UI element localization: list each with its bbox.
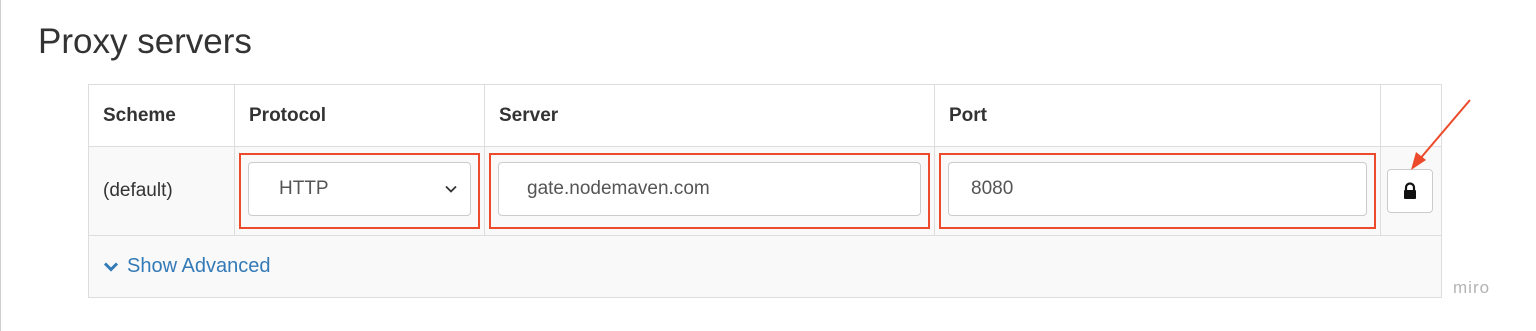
table-row: (default) HTTP gate.nodemaven.com 8080 — [88, 146, 1442, 236]
header-server: Server — [484, 84, 935, 147]
header-scheme: Scheme — [88, 84, 235, 147]
table-header-row: Scheme Protocol Server Port — [88, 84, 1442, 147]
protocol-cell: HTTP — [234, 146, 485, 236]
lock-icon — [1404, 182, 1416, 199]
advanced-row: Show Advanced — [88, 235, 1442, 298]
lock-button[interactable] — [1387, 169, 1433, 213]
chevron-down-icon — [103, 261, 119, 272]
server-input[interactable]: gate.nodemaven.com — [498, 162, 921, 216]
proxy-servers-table: Scheme Protocol Server Port (default) HT… — [88, 84, 1442, 298]
advanced-cell: Show Advanced — [88, 235, 1442, 298]
page-title: Proxy servers — [38, 22, 252, 61]
protocol-select[interactable]: HTTP — [248, 162, 471, 216]
port-input[interactable]: 8080 — [948, 162, 1367, 216]
header-protocol: Protocol — [234, 84, 485, 147]
chevron-down-icon — [445, 185, 457, 193]
server-input-value: gate.nodemaven.com — [527, 178, 710, 199]
port-cell: 8080 — [934, 146, 1381, 236]
protocol-select-value: HTTP — [279, 178, 329, 199]
scheme-cell: (default) — [88, 146, 235, 236]
actions-cell — [1380, 146, 1442, 236]
show-advanced-label: Show Advanced — [127, 255, 271, 277]
header-actions — [1380, 84, 1442, 147]
show-advanced-link[interactable]: Show Advanced — [89, 255, 1441, 278]
miro-watermark: miro — [1453, 278, 1491, 297]
frame-border — [0, 0, 1, 331]
server-cell: gate.nodemaven.com — [484, 146, 935, 236]
header-port: Port — [934, 84, 1381, 147]
port-input-value: 8080 — [971, 178, 1014, 199]
